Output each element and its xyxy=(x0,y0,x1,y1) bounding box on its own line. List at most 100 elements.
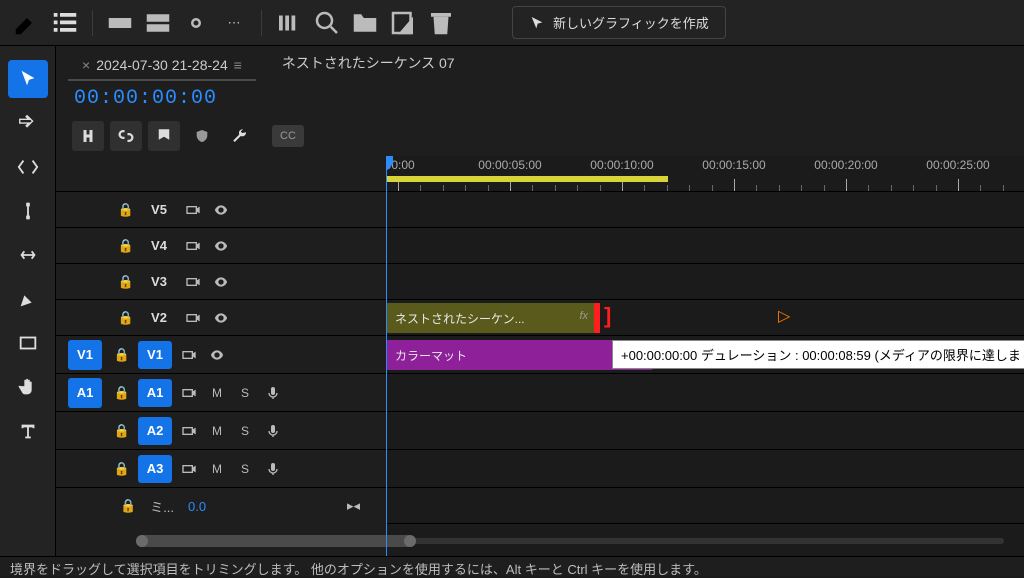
timeline-zoom-scrollbar[interactable] xyxy=(136,534,1004,548)
razor-tool[interactable] xyxy=(8,192,48,230)
snap-button[interactable] xyxy=(72,121,104,151)
selection-tool[interactable] xyxy=(8,60,48,98)
mix-track-row[interactable]: 🔒 ミ... 0.0 ▸◂ xyxy=(56,488,386,524)
solo-button[interactable]: S xyxy=(234,458,256,480)
mic-icon[interactable] xyxy=(262,420,284,442)
more-icon[interactable]: ⋯ xyxy=(219,8,249,38)
lane-v2[interactable]: ネストされたシーケン... fx ] ▷ xyxy=(386,300,1024,336)
toggle-output-icon[interactable] xyxy=(182,271,204,293)
track-select-tool[interactable] xyxy=(8,104,48,142)
track-content[interactable]: :00:0000:00:05:0000:00:10:0000:00:15:000… xyxy=(386,156,1024,556)
lock-icon[interactable]: 🔒 xyxy=(116,274,136,290)
source-a1-badge[interactable]: A1 xyxy=(68,378,102,408)
zoom-thumb[interactable] xyxy=(136,535,416,547)
eye-icon[interactable] xyxy=(210,307,232,329)
eye-icon[interactable] xyxy=(210,199,232,221)
time-ruler[interactable]: :00:0000:00:05:0000:00:10:0000:00:15:000… xyxy=(386,156,1024,192)
type-tool[interactable] xyxy=(8,412,48,450)
lane-a1[interactable] xyxy=(386,374,1024,412)
track-label[interactable]: V2 xyxy=(142,304,176,332)
trash-icon[interactable] xyxy=(426,8,456,38)
eye-icon[interactable] xyxy=(210,235,232,257)
track-label[interactable]: A1 xyxy=(138,379,172,407)
track-header-v3[interactable]: 🔒 V3 xyxy=(56,264,386,300)
lane-v5[interactable] xyxy=(386,192,1024,228)
track-header-v4[interactable]: 🔒 V4 xyxy=(56,228,386,264)
list-view-icon[interactable] xyxy=(50,8,80,38)
toggle-output-icon[interactable] xyxy=(178,420,200,442)
toggle-output-icon[interactable] xyxy=(182,235,204,257)
pen-tool-icon[interactable] xyxy=(12,8,42,38)
sequence-tab-1[interactable]: ×2024-07-30 21-28-24 ≡ xyxy=(68,50,256,80)
track-header-v5[interactable]: 🔒 V5 xyxy=(56,192,386,228)
current-timecode[interactable]: 00:00:00:00 xyxy=(56,87,217,110)
track-header-a2[interactable]: 🔒 A2 M S xyxy=(56,412,386,450)
solo-button[interactable]: S xyxy=(234,382,256,404)
shield-icon[interactable] xyxy=(186,121,218,151)
zoom-handle-left[interactable] xyxy=(136,535,148,547)
toggle-output-icon[interactable] xyxy=(178,344,200,366)
folder-icon[interactable] xyxy=(350,8,380,38)
playhead[interactable] xyxy=(386,156,387,556)
cc-button[interactable]: CC xyxy=(272,125,304,147)
lock-icon[interactable]: 🔒 xyxy=(116,238,136,254)
toggle-output-icon[interactable] xyxy=(178,382,200,404)
tab-menu-icon[interactable]: ≡ xyxy=(230,57,242,73)
rectangle-tool[interactable] xyxy=(8,324,48,362)
hand-tool[interactable] xyxy=(8,368,48,406)
marker-dot-icon[interactable] xyxy=(181,8,211,38)
lock-icon[interactable]: 🔒 xyxy=(120,498,136,514)
wrench-icon[interactable] xyxy=(224,121,256,151)
sequence-tab-2[interactable]: ネストされたシーケンス 07 xyxy=(268,46,469,80)
zoom-handle-right[interactable] xyxy=(404,535,416,547)
lane-a3[interactable] xyxy=(386,450,1024,488)
search-icon[interactable] xyxy=(312,8,342,38)
track-label[interactable]: V3 xyxy=(142,268,176,296)
toggle-output-icon[interactable] xyxy=(182,199,204,221)
trim-edge-indicator[interactable] xyxy=(594,303,600,333)
lock-icon[interactable]: 🔒 xyxy=(112,423,132,439)
lock-icon[interactable]: 🔒 xyxy=(116,202,136,218)
track-header-v1[interactable]: V1 🔒 V1 xyxy=(56,336,386,374)
solo-button[interactable]: S xyxy=(234,420,256,442)
track-label[interactable]: V1 xyxy=(138,341,172,369)
close-tab-icon[interactable]: × xyxy=(82,57,90,73)
track-header-a1[interactable]: A1 🔒 A1 M S xyxy=(56,374,386,412)
mute-button[interactable]: M xyxy=(206,382,228,404)
lane-v4[interactable] xyxy=(386,228,1024,264)
eye-icon[interactable] xyxy=(210,271,232,293)
lock-icon[interactable]: 🔒 xyxy=(112,385,132,401)
track-header-a3[interactable]: 🔒 A3 M S xyxy=(56,450,386,488)
add-marker-button[interactable] xyxy=(148,121,180,151)
mute-button[interactable]: M xyxy=(206,420,228,442)
track-label[interactable]: A3 xyxy=(138,455,172,483)
source-v1-badge[interactable]: V1 xyxy=(68,340,102,370)
lane-a2[interactable] xyxy=(386,412,1024,450)
lock-icon[interactable]: 🔒 xyxy=(116,310,136,326)
lock-icon[interactable]: 🔒 xyxy=(112,461,132,477)
out-point-marker[interactable]: ▷ xyxy=(778,306,790,326)
bars-icon[interactable] xyxy=(274,8,304,38)
new-item-icon[interactable] xyxy=(388,8,418,38)
ripple-edit-tool[interactable] xyxy=(8,148,48,186)
lock-icon[interactable]: 🔒 xyxy=(112,347,132,363)
out-icon[interactable]: ▸◂ xyxy=(347,498,360,514)
new-graphic-button[interactable]: 新しいグラフィックを作成 xyxy=(512,6,726,39)
track-label[interactable]: A2 xyxy=(138,417,172,445)
slip-tool[interactable] xyxy=(8,236,48,274)
eye-icon[interactable] xyxy=(206,344,228,366)
clip-nested-sequence[interactable]: ネストされたシーケン... fx xyxy=(386,303,595,333)
linked-selection-button[interactable] xyxy=(110,121,142,151)
lane-v3[interactable] xyxy=(386,264,1024,300)
toggle-output-icon[interactable] xyxy=(178,458,200,480)
toggle-output-icon[interactable] xyxy=(182,307,204,329)
track-label[interactable]: V5 xyxy=(142,196,176,224)
track-header-v2[interactable]: 🔒 V2 xyxy=(56,300,386,336)
overwrite-icon[interactable] xyxy=(143,8,173,38)
track-label[interactable]: V4 xyxy=(142,232,176,260)
mic-icon[interactable] xyxy=(262,458,284,480)
insert-icon[interactable] xyxy=(105,8,135,38)
lane-mix[interactable] xyxy=(386,488,1024,524)
mute-button[interactable]: M xyxy=(206,458,228,480)
work-area-bar[interactable] xyxy=(386,176,668,182)
